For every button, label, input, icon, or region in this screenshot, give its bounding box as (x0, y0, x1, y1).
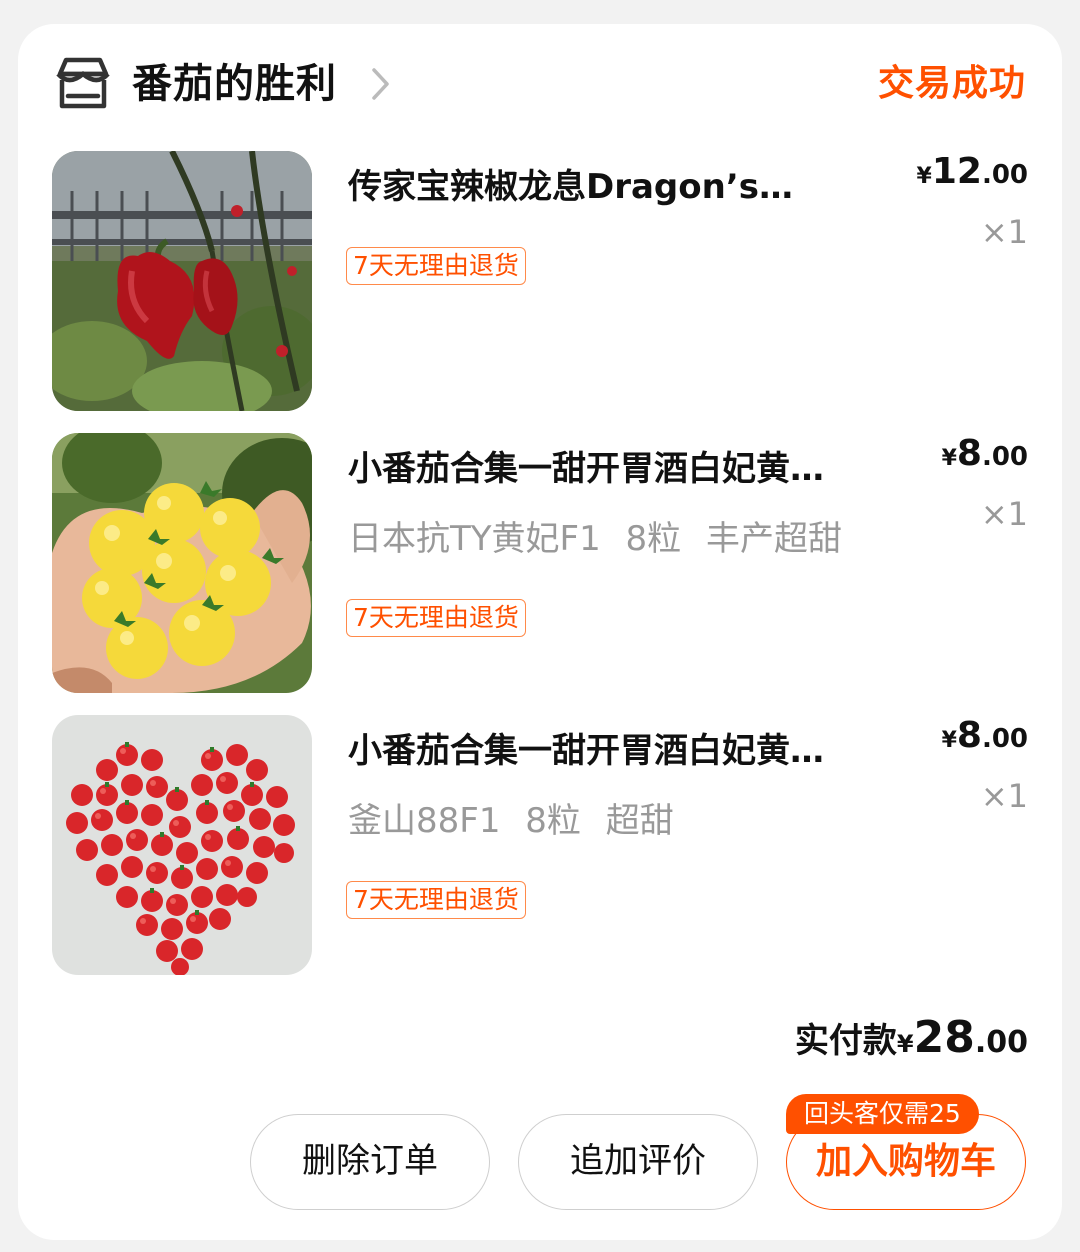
item-price: ¥12.00 (917, 151, 1028, 192)
item-price: ¥8.00 (942, 715, 1028, 756)
product-image[interactable] (52, 715, 312, 975)
chevron-right-icon[interactable] (370, 66, 392, 102)
order-item[interactable]: 小番茄合集一甜开胃酒白妃黄… 釜山88F1 8粒 超甜 7天无理由退货 ¥8.0… (52, 715, 1028, 975)
item-title[interactable]: 小番茄合集一甜开胃酒白妃黄… (348, 447, 908, 491)
shop-name[interactable]: 番茄的胜利 (132, 54, 337, 114)
return-policy-badge: 7天无理由退货 (346, 599, 526, 637)
order-status: 交易成功 (877, 63, 1026, 104)
item-sku: 日本抗TY黄妃F1 8粒 丰产超甜 (348, 519, 842, 559)
item-price: ¥8.00 (942, 433, 1028, 474)
return-policy-badge: 7天无理由退货 (346, 881, 526, 919)
store-icon (54, 56, 112, 112)
order-item[interactable]: 小番茄合集一甜开胃酒白妃黄… 日本抗TY黄妃F1 8粒 丰产超甜 7天无理由退货… (52, 433, 1028, 693)
item-quantity: ×1 (980, 777, 1028, 815)
price-integer: 8 (956, 433, 982, 474)
item-sku: 釜山88F1 8粒 超甜 (348, 801, 674, 841)
add-review-button[interactable]: 追加评价 (518, 1114, 758, 1210)
item-quantity: ×1 (980, 213, 1028, 251)
total-decimal: .00 (974, 1025, 1028, 1060)
order-item[interactable]: 传家宝辣椒龙息Dragon’s… 7天无理由退货 ¥12.00 ×1 (52, 151, 1028, 411)
item-title[interactable]: 小番茄合集一甜开胃酒白妃黄… (348, 729, 908, 773)
price-currency: ¥ (941, 728, 957, 753)
item-quantity: ×1 (980, 495, 1028, 533)
product-image[interactable] (52, 151, 312, 411)
product-image[interactable] (52, 433, 312, 693)
delete-order-button[interactable]: 删除订单 (250, 1114, 490, 1210)
total-label: 实付款 (794, 1021, 897, 1061)
price-decimal: .00 (981, 442, 1028, 472)
promo-badge: 回头客仅需25 (786, 1094, 979, 1134)
order-total: 实付款 ¥28.00 (795, 1012, 1028, 1063)
price-currency: ¥ (916, 164, 932, 189)
price-integer: 8 (956, 715, 982, 756)
total-currency: ¥ (896, 1030, 914, 1058)
price-decimal: .00 (981, 724, 1028, 754)
total-integer: 28 (913, 1012, 975, 1063)
price-currency: ¥ (941, 446, 957, 471)
item-title[interactable]: 传家宝辣椒龙息Dragon’s… (348, 165, 908, 209)
return-policy-badge: 7天无理由退货 (346, 247, 526, 285)
price-decimal: .00 (981, 160, 1028, 190)
order-card: 番茄的胜利 交易成功 传家宝辣椒龙息Dragon’s… 7天无理由退货 ¥12.… (18, 24, 1062, 1240)
shop-header[interactable]: 番茄的胜利 交易成功 (54, 52, 1026, 116)
price-integer: 12 (931, 151, 982, 192)
